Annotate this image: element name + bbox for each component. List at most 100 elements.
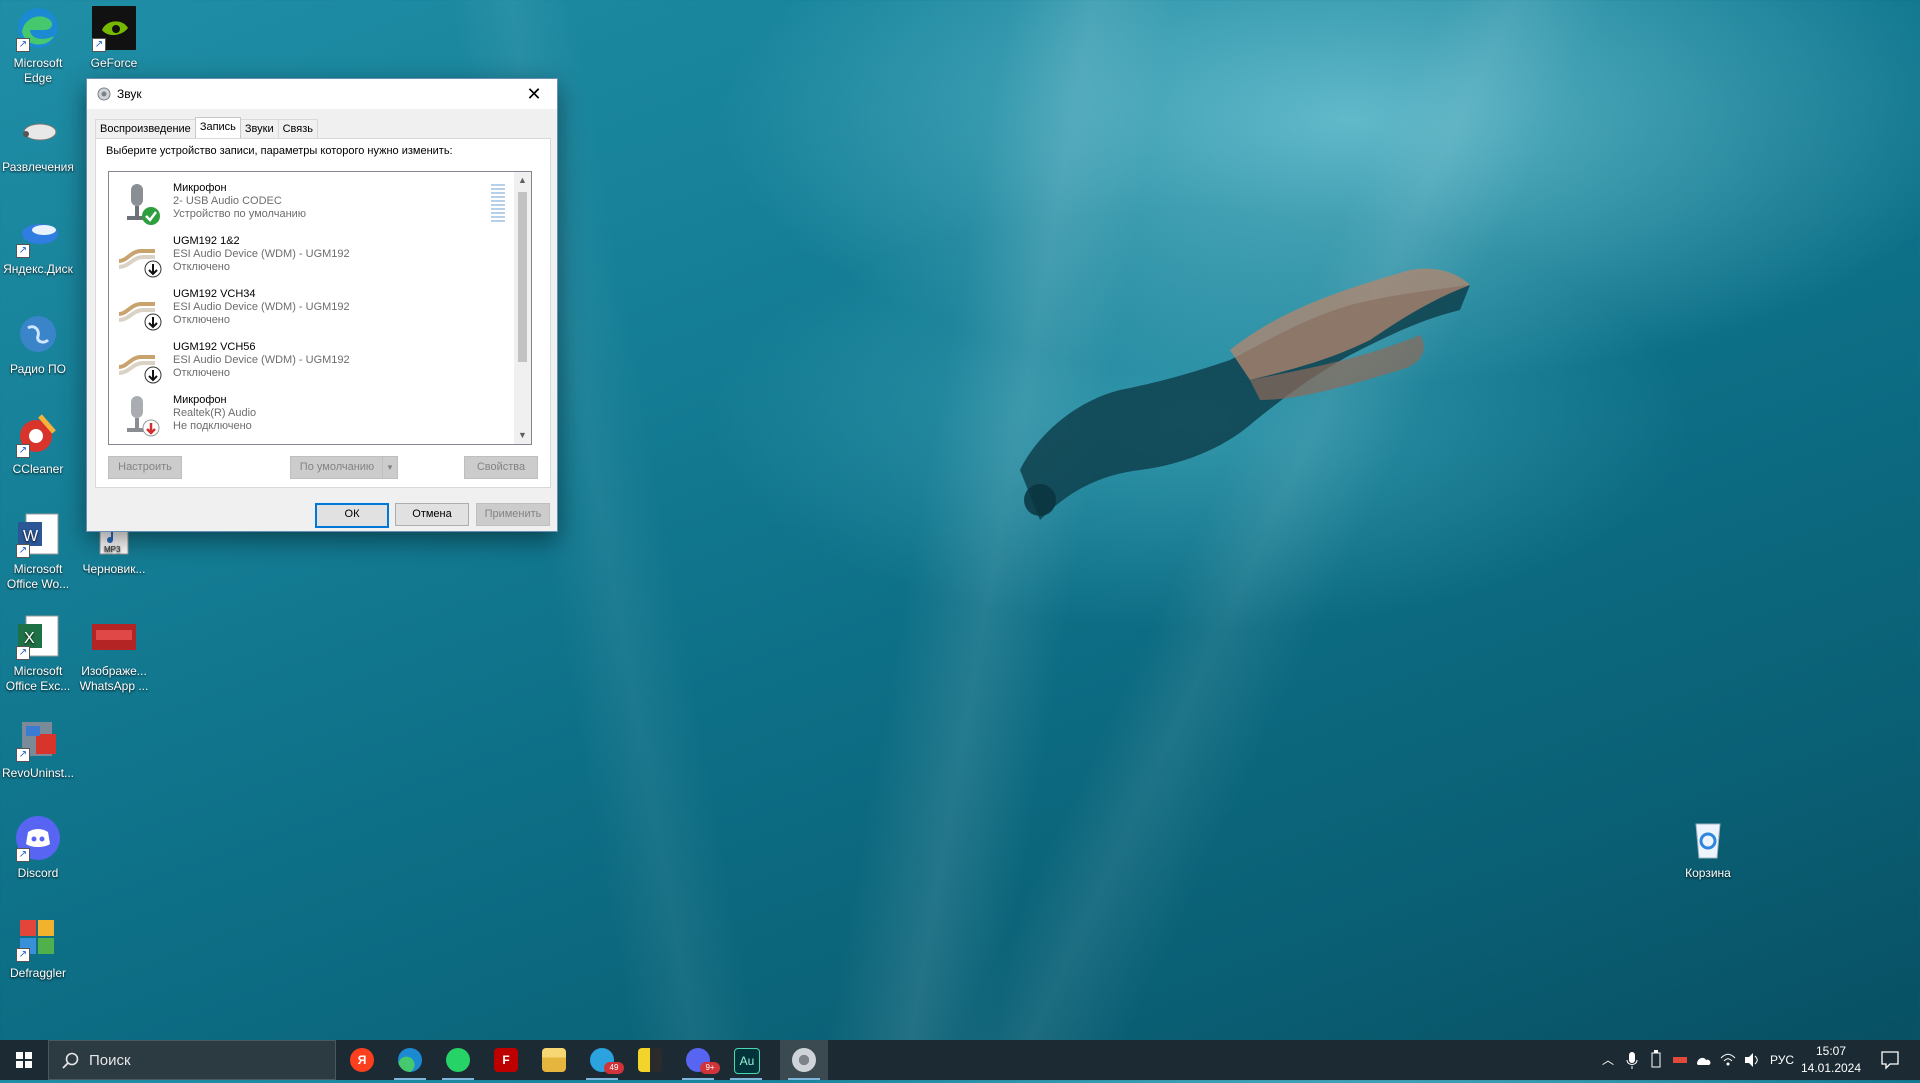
taskbar-winrar[interactable]	[626, 1040, 674, 1080]
microphone-tray-icon[interactable]	[1622, 1040, 1642, 1080]
device-name: Микрофон	[173, 182, 227, 194]
yandex-icon: Я	[350, 1048, 374, 1072]
tab-playback[interactable]: Воспроизведение	[95, 119, 196, 138]
tab-recording[interactable]: Запись	[194, 117, 241, 138]
taskbar-telegram[interactable]: 49	[578, 1040, 626, 1080]
desktop-icon-label: Изображе... WhatsApp ...	[79, 664, 149, 693]
taskbar-audition[interactable]: Au	[722, 1040, 770, 1080]
tray-overflow-icon[interactable]: ︿	[1598, 1040, 1618, 1080]
desktop-icon-yandex-disk[interactable]: ↗ Яндекс.Диск	[0, 210, 76, 277]
set-default-button[interactable]: По умолчанию ▼	[290, 456, 398, 479]
properties-button[interactable]: Свойства	[464, 456, 538, 479]
device-driver: ESI Audio Device (WDM) - UGM192	[173, 248, 350, 260]
audition-icon: Au	[734, 1048, 760, 1074]
device-driver: ESI Audio Device (WDM) - UGM192	[173, 301, 350, 313]
speaker-settings-icon	[792, 1048, 816, 1072]
sound-dialog: Звук ✕ Воспроизведение Запись Звуки Связ…	[86, 78, 558, 532]
desktop-icon-radio[interactable]: Радио ПО	[0, 310, 76, 377]
folder-icon	[542, 1048, 566, 1072]
desktop-icon-label: Defraggler	[9, 966, 67, 980]
clock-time: 15:07	[1815, 1044, 1847, 1058]
desktop-icon-label: Microsoft Edge	[13, 56, 63, 85]
cancel-button[interactable]: Отмена	[395, 503, 469, 526]
taskbar-discord[interactable]: 9+	[674, 1040, 722, 1080]
filezilla-icon: F	[494, 1048, 518, 1072]
microphone-icon	[127, 184, 160, 225]
close-icon: ✕	[526, 84, 542, 104]
line-in-cable-icon	[118, 249, 162, 278]
shortcut-arrow-icon: ↗	[16, 848, 30, 862]
list-item[interactable]: Микрофон Realtek(R) Audio Не подключено	[109, 386, 509, 439]
shortcut-arrow-icon: ↗	[16, 544, 30, 558]
desktop-icon-label: Discord	[17, 866, 59, 880]
clock[interactable]: 15:07 14.01.2024	[1796, 1043, 1866, 1077]
language-indicator[interactable]: РУС	[1770, 1040, 1794, 1080]
desktop-icon-label: Радио ПО	[10, 362, 66, 376]
notification-icon	[1881, 1051, 1899, 1070]
scroll-thumb[interactable]	[518, 192, 527, 362]
list-item[interactable]: Микрофон 2- USB Audio CODEC Устройство п…	[109, 174, 509, 227]
network-tray-icon[interactable]	[1718, 1040, 1738, 1080]
list-item[interactable]: UGM192 VCH56 ESI Audio Device (WDM) - UG…	[109, 333, 509, 386]
graphics-icon	[1673, 1057, 1687, 1063]
taskbar-whatsapp[interactable]	[434, 1040, 482, 1080]
device-status: Отключено	[173, 261, 230, 273]
desktop-icon-discord[interactable]: ↗ Discord	[0, 814, 76, 881]
telegram-badge: 49	[604, 1062, 624, 1074]
recording-device-list[interactable]: Микрофон 2- USB Audio CODEC Устройство п…	[108, 171, 532, 445]
line-in-cable-icon	[118, 302, 162, 331]
taskbar-filezilla[interactable]: F	[482, 1040, 530, 1080]
configure-button[interactable]: Настроить	[108, 456, 182, 479]
wallpaper-diver	[1020, 268, 1470, 520]
shortcut-arrow-icon: ↗	[16, 38, 30, 52]
desktop-icon-label: GeForce	[90, 56, 138, 70]
desktop-icon-word[interactable]: W ↗ Microsoft Office Wo...	[0, 510, 76, 592]
start-button[interactable]	[0, 1040, 48, 1080]
list-item[interactable]: UGM192 VCH34 ESI Audio Device (WDM) - UG…	[109, 280, 509, 333]
usb-icon	[1651, 1050, 1661, 1068]
desktop-icon-ccleaner[interactable]: ↗ CCleaner	[0, 410, 76, 477]
search-icon	[62, 1052, 79, 1069]
apply-button[interactable]: Применить	[476, 503, 550, 526]
onedrive-tray-icon[interactable]	[1694, 1040, 1714, 1080]
list-item[interactable]: UGM192 1&2 ESI Audio Device (WDM) - UGM1…	[109, 227, 509, 280]
desktop-icon-edge[interactable]: ↗ Microsoft Edge	[0, 4, 76, 86]
tab-communications[interactable]: Связь	[277, 119, 319, 138]
desktop-icon-whatsapp-image[interactable]: Изображе... WhatsApp ...	[76, 612, 152, 694]
scroll-down-icon[interactable]: ▼	[514, 427, 531, 444]
taskbar-sound-settings[interactable]	[780, 1040, 828, 1080]
scroll-up-icon[interactable]: ▲	[514, 172, 531, 189]
desktop-icon-excel[interactable]: X ↗ Microsoft Office Exc...	[0, 612, 76, 694]
device-driver: Realtek(R) Audio	[173, 407, 257, 419]
volume-tray-icon[interactable]	[1742, 1040, 1762, 1080]
device-name: UGM192 1&2	[173, 235, 240, 247]
line-in-cable-icon	[118, 355, 162, 384]
microphone-icon	[1626, 1052, 1638, 1069]
close-button[interactable]: ✕	[511, 79, 557, 109]
desktop-icon-recycle-bin[interactable]: Корзина	[1670, 814, 1746, 881]
level-meter	[491, 184, 505, 224]
chevron-down-icon[interactable]: ▼	[382, 457, 397, 478]
taskbar-yandex-browser[interactable]: Я	[338, 1040, 386, 1080]
tab-sounds[interactable]: Звуки	[239, 119, 279, 138]
device-status: Не подключено	[173, 420, 252, 432]
taskbar-edge[interactable]	[386, 1040, 434, 1080]
desktop-icon-revo[interactable]: ↗ RevoUninst...	[0, 714, 76, 781]
usb-device-tray-icon[interactable]	[1646, 1040, 1666, 1080]
desktop-icon-entertainment[interactable]: Развлечения	[0, 108, 76, 175]
device-list-scrollbar[interactable]: ▲ ▼	[514, 172, 531, 444]
desktop-icon-defraggler[interactable]: ↗ Defraggler	[0, 914, 76, 981]
search-box[interactable]: Поиск	[48, 1040, 336, 1080]
set-default-label: По умолчанию	[299, 461, 375, 473]
graphics-tray-icon[interactable]	[1670, 1040, 1690, 1080]
notification-center-button[interactable]	[1872, 1040, 1908, 1080]
desktop-icon-geforce[interactable]: ↗ GeForce	[76, 4, 152, 71]
wifi-icon	[1720, 1053, 1736, 1066]
ok-button[interactable]: ОК	[315, 503, 389, 528]
taskbar-file-explorer[interactable]	[530, 1040, 578, 1080]
recording-panel: Выберите устройство записи, параметры ко…	[95, 138, 551, 488]
microphone-icon	[127, 396, 160, 437]
dialog-titlebar[interactable]: Звук ✕	[87, 79, 557, 109]
desktop-icon-label: Корзина	[1685, 866, 1731, 880]
svg-text:W: W	[23, 528, 39, 545]
